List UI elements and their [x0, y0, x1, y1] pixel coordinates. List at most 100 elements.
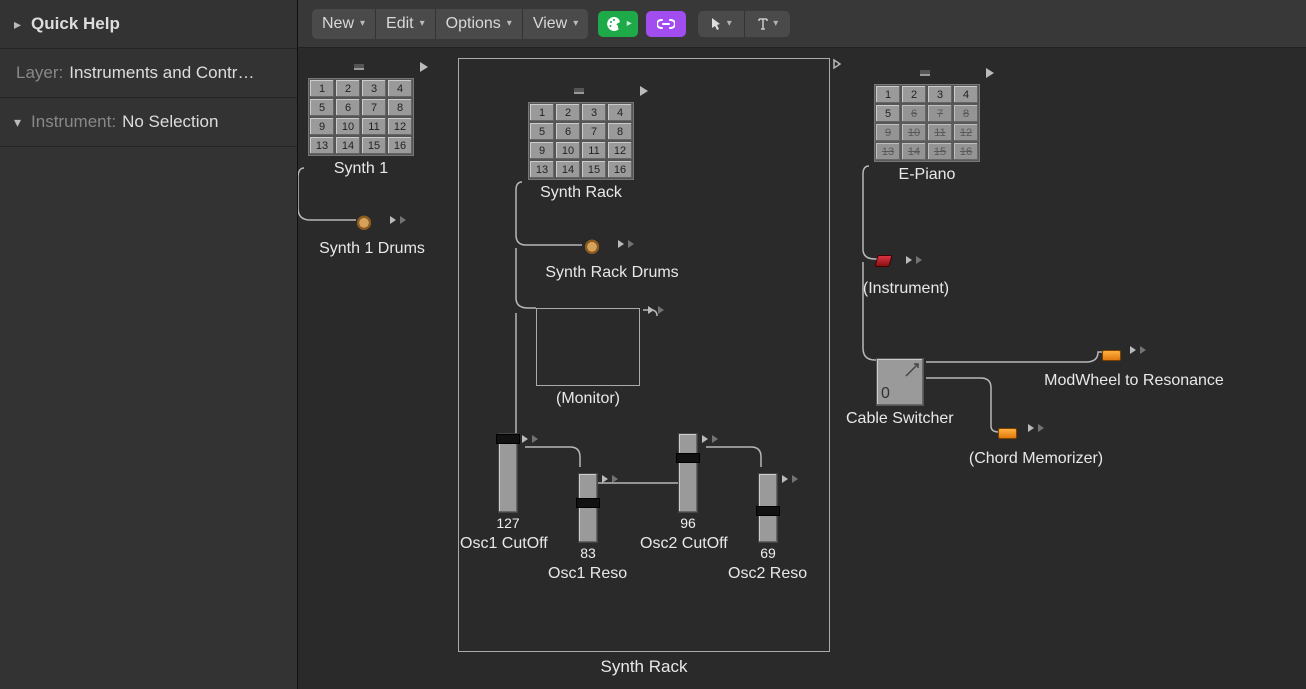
quick-help-row[interactable]: ▸ Quick Help	[0, 0, 297, 49]
channel-cell[interactable]: 6	[335, 98, 361, 117]
channel-cell[interactable]: 10	[335, 117, 361, 136]
channel-cell[interactable]: 5	[309, 98, 335, 117]
channel-cell[interactable]: 8	[953, 104, 979, 123]
channel-cell[interactable]: 14	[901, 142, 927, 161]
channel-cell[interactable]: 11	[361, 117, 387, 136]
play-icon	[640, 86, 648, 96]
color-palette-button[interactable]: ▸	[598, 11, 638, 37]
channel-cell[interactable]: 4	[953, 85, 979, 104]
midi-in-icon	[354, 64, 364, 70]
text-tool-button[interactable]: ▾	[744, 11, 790, 37]
node-label: (Monitor)	[536, 390, 640, 408]
node-label: Cable Switcher	[846, 410, 954, 428]
chevron-down-icon: ▾	[573, 18, 578, 29]
fader-osc2-cutoff[interactable]: 96 Osc2 CutOff	[678, 433, 728, 553]
channel-cell[interactable]: 2	[901, 85, 927, 104]
channel-cell[interactable]: 16	[387, 136, 413, 155]
channel-cell[interactable]: 2	[555, 103, 581, 122]
instrument-epiano[interactable]: 12345678910111213141516 E-Piano	[874, 84, 980, 184]
instrument-row[interactable]: ▾ Instrument: No Selection	[0, 98, 297, 147]
channel-cell[interactable]: 16	[953, 142, 979, 161]
menu-options[interactable]: Options▾	[435, 9, 522, 39]
object-cable-switcher[interactable]: 0 Cable Switcher	[876, 358, 954, 428]
channel-cell[interactable]: 9	[309, 117, 335, 136]
node-label: Synth Rack Drums	[532, 264, 692, 282]
menu-edit[interactable]: Edit▾	[375, 9, 435, 39]
channel-cell[interactable]: 15	[927, 142, 953, 161]
instrument-synth-rack[interactable]: 12345678910111213141516 Synth Rack	[528, 102, 634, 202]
channel-cell[interactable]: 8	[607, 122, 633, 141]
object-monitor[interactable]: (Monitor)	[536, 308, 640, 408]
channel-cell[interactable]: 1	[309, 79, 335, 98]
drum-icon	[584, 238, 600, 254]
channel-cell[interactable]: 9	[529, 141, 555, 160]
channel-cell[interactable]: 7	[927, 104, 953, 123]
io-icon	[646, 306, 664, 314]
channel-cell[interactable]: 5	[875, 104, 901, 123]
channel-cell[interactable]: 7	[581, 122, 607, 141]
channel-cell[interactable]: 15	[581, 160, 607, 179]
object-modwheel-resonance[interactable]: ModWheel to Resonance	[1024, 344, 1244, 390]
channel-cell[interactable]: 6	[555, 122, 581, 141]
channel-cell[interactable]: 13	[529, 160, 555, 179]
io-icon	[520, 435, 538, 443]
link-button[interactable]	[646, 11, 686, 37]
io-icon	[780, 475, 798, 483]
node-label: Osc2 CutOff	[640, 535, 728, 553]
channel-cell[interactable]: 6	[901, 104, 927, 123]
node-label: ModWheel to Resonance	[1024, 372, 1244, 390]
channel-cell[interactable]: 4	[387, 79, 413, 98]
object-synth1-drums[interactable]: Synth 1 Drums	[312, 214, 432, 258]
channel-cell[interactable]: 16	[607, 160, 633, 179]
channel-cell[interactable]: 14	[335, 136, 361, 155]
node-label: (Instrument)	[846, 280, 966, 298]
channel-cell[interactable]: 10	[901, 123, 927, 142]
chevron-down-icon: ▾	[420, 18, 425, 29]
pointer-tool-button[interactable]: ▾	[698, 11, 744, 37]
channel-cell[interactable]: 8	[387, 98, 413, 117]
midi-in-icon	[920, 70, 930, 76]
channel-cell[interactable]: 5	[529, 122, 555, 141]
midi-in-icon	[574, 88, 584, 94]
channel-cell[interactable]: 12	[387, 117, 413, 136]
channel-cell[interactable]: 3	[361, 79, 387, 98]
io-icon	[600, 475, 618, 483]
channel-cell[interactable]: 3	[927, 85, 953, 104]
channel-cell[interactable]: 2	[335, 79, 361, 98]
channel-cell[interactable]: 10	[555, 141, 581, 160]
layer-value: Instruments and Contr…	[69, 63, 254, 83]
chevron-down-icon: ▾	[727, 18, 732, 29]
channel-cell[interactable]: 11	[927, 123, 953, 142]
channel-cell[interactable]: 11	[581, 141, 607, 160]
object-instrument[interactable]: (Instrument)	[846, 254, 966, 298]
environment-canvas[interactable]: Synth Rack 12345678910111213141516 Synth…	[298, 48, 1306, 689]
object-chord-memorizer[interactable]: (Chord Memorizer)	[946, 422, 1126, 468]
object-synth-rack-drums[interactable]: Synth Rack Drums	[532, 238, 692, 282]
fader-osc2-reso[interactable]: 69 Osc2 Reso	[758, 473, 807, 583]
menu-new[interactable]: New▾	[312, 9, 375, 39]
transformer-icon	[1102, 350, 1121, 361]
channel-cell[interactable]: 9	[875, 123, 901, 142]
layer-row[interactable]: Layer: Instruments and Contr…	[0, 49, 297, 98]
channel-cell[interactable]: 1	[875, 85, 901, 104]
io-icon	[388, 216, 406, 224]
node-label: (Chord Memorizer)	[946, 450, 1126, 468]
node-label: Synth 1	[308, 160, 414, 178]
node-label: Synth 1 Drums	[312, 240, 432, 258]
channel-cell[interactable]: 7	[361, 98, 387, 117]
menubar: New▾ Edit▾ Options▾ View▾ ▸ ▾ ▾	[298, 0, 1306, 48]
channel-cell[interactable]: 13	[309, 136, 335, 155]
fader-osc1-reso[interactable]: 83 Osc1 Reso	[578, 473, 627, 583]
channel-cell[interactable]: 15	[361, 136, 387, 155]
instrument-synth1[interactable]: 12345678910111213141516 Synth 1	[308, 78, 414, 178]
disclosure-down-icon: ▾	[14, 114, 21, 131]
channel-cell[interactable]: 1	[529, 103, 555, 122]
channel-cell[interactable]: 13	[875, 142, 901, 161]
channel-cell[interactable]: 4	[607, 103, 633, 122]
fader-osc1-cutoff[interactable]: 127 Osc1 CutOff	[498, 433, 548, 553]
channel-cell[interactable]: 12	[607, 141, 633, 160]
menu-view[interactable]: View▾	[522, 9, 588, 39]
channel-cell[interactable]: 14	[555, 160, 581, 179]
channel-cell[interactable]: 12	[953, 123, 979, 142]
channel-cell[interactable]: 3	[581, 103, 607, 122]
